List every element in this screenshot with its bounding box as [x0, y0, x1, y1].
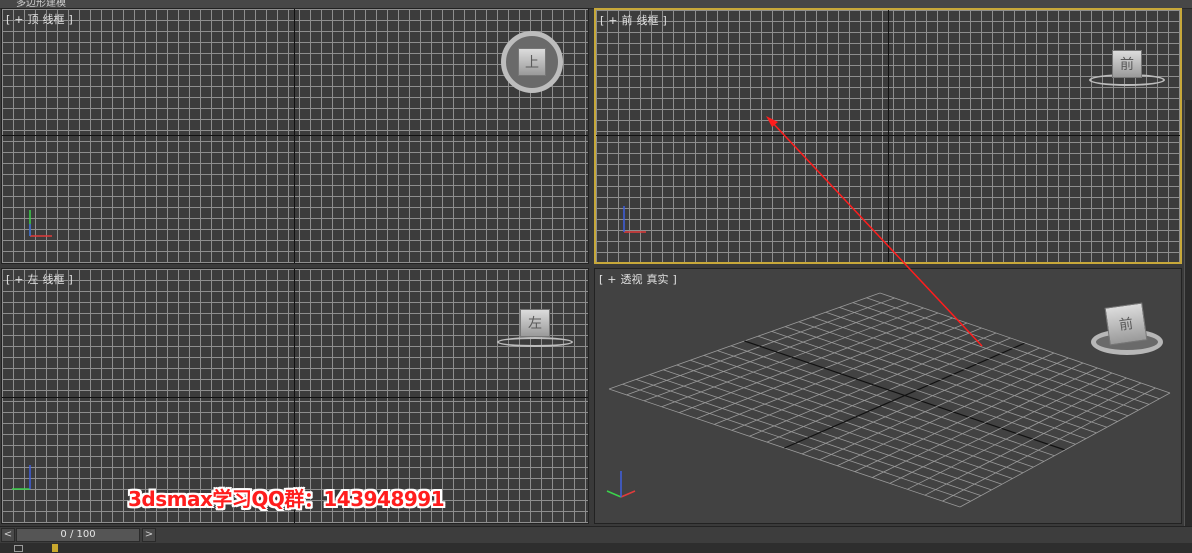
viewcube-icon[interactable]: 上 [501, 31, 563, 93]
viewport-label[interactable]: [+ 透视 真实] [599, 271, 681, 287]
plus-menu[interactable]: + [14, 273, 23, 286]
viewcube-face[interactable]: 左 [520, 309, 550, 337]
key-icon[interactable] [52, 544, 58, 552]
grid-line [942, 387, 1156, 502]
viewport-perspective[interactable]: [+ 透视 真实] 前 [594, 268, 1182, 524]
grid-axis-vertical [888, 10, 889, 262]
view-name-menu[interactable]: 透视 [621, 273, 643, 286]
shading-mode-menu[interactable]: 线框 [637, 14, 659, 27]
view-name-menu[interactable]: 顶 [28, 13, 39, 26]
viewcube-icon[interactable]: 前 [1091, 299, 1163, 359]
time-next-button[interactable]: > [142, 528, 156, 542]
plus-menu[interactable]: + [14, 13, 23, 26]
axis-tripod-icon [623, 206, 646, 233]
viewport-front[interactable]: [+ 前线框] 前 [594, 8, 1182, 264]
axis-tripod-icon [12, 465, 31, 490]
time-slider[interactable]: 0 / 100 [16, 528, 140, 542]
view-name-menu[interactable]: 前 [622, 14, 633, 27]
command-panel-edge[interactable] [1184, 100, 1192, 540]
grid-axis-horizontal [2, 135, 588, 136]
viewport-top[interactable]: [+ 顶线框] 上 [1, 8, 589, 264]
axis-tripod-icon [29, 210, 52, 237]
viewcube-icon[interactable]: 左 [497, 307, 573, 347]
status-bar [0, 543, 1192, 553]
viewport-label[interactable]: [+ 前线框] [600, 12, 671, 28]
axis-tripod-icon [606, 471, 636, 498]
viewcube-icon[interactable]: 前 [1089, 48, 1165, 88]
time-prev-button[interactable]: < [1, 528, 15, 542]
viewport-label[interactable]: [+ 左线框] [6, 271, 77, 287]
view-name-menu[interactable]: 左 [28, 273, 39, 286]
shading-mode-menu[interactable]: 线框 [43, 273, 65, 286]
viewport-label[interactable]: [+ 顶线框] [6, 11, 77, 27]
plus-menu[interactable]: + [608, 14, 617, 27]
time-slider-bar: < 0 / 100 > [0, 526, 1192, 543]
shading-mode-menu[interactable]: 真实 [647, 273, 669, 286]
shading-mode-menu[interactable]: 线框 [43, 13, 65, 26]
grid-axis-vertical [294, 9, 295, 263]
viewcube-face[interactable]: 前 [1112, 50, 1142, 78]
grid-axis-horizontal [2, 397, 588, 398]
plus-menu[interactable]: + [607, 273, 616, 286]
grid-line [959, 392, 1171, 508]
watermark-text: 3dsmax学习QQ群：143948991 [128, 487, 445, 511]
track-bar-icon[interactable] [14, 545, 23, 552]
viewcube-face[interactable]: 上 [518, 48, 546, 76]
viewcube-face[interactable]: 前 [1104, 302, 1148, 346]
grid-line [924, 382, 1142, 496]
